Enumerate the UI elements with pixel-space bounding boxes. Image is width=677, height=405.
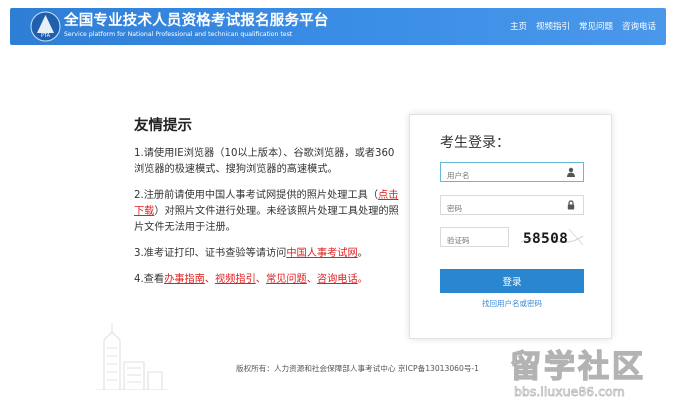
top-nav: 主页 视频指引 常见问题 咨询电话 [510,20,656,32]
pta-logo-icon: PTA [30,11,61,42]
header-bar: PTA 全国专业技术人员资格考试报名服务平台 Service platform … [10,8,666,45]
separator: 、 [306,274,317,285]
user-icon [567,167,575,177]
tip-admission-pre: 3.准考证打印、证书查验等请访问 [134,248,287,259]
cpta-site-link[interactable]: 中国人事考试网 [286,248,357,259]
separator: 、 [204,274,216,285]
password-field [440,195,584,218]
username-input[interactable] [441,166,563,185]
hotline-link[interactable]: 咨询电话 [317,274,358,285]
logo-text: PTA [41,33,51,39]
tip-view-pre: 4.查看 [134,274,165,285]
tips-panel: 友情提示 1.请使用IE浏览器（10以上版本）、谷歌浏览器，或者360浏览器的极… [134,114,404,298]
tip-photo-post: ）对照片文件进行处理。未经该照片处理工具处理的照片文件无法用于注册。 [134,206,399,233]
watermark-cn: 留学社区 [510,349,646,385]
nav-home[interactable]: 主页 [510,20,527,32]
tip-admission: 3.准考证打印、证书查验等请访问中国人事考试网。 [134,246,404,262]
guide-link[interactable]: 办事指南 [164,274,205,285]
tip-photo: 2.注册前请使用中国人事考试网提供的照片处理工具（点击下载）对照片文件进行处理。… [134,188,404,236]
tip-photo-pre: 2.注册前请使用中国人事考试网提供的照片处理工具（ [134,190,379,201]
login-title: 考生登录： [440,135,510,151]
login-panel: 考生登录： 58508 登录 找回用户名或密码 [409,114,612,339]
lock-icon [567,200,575,210]
username-field [440,162,584,185]
tips-title: 友情提示 [134,118,192,134]
tip-admission-post: 。 [357,248,368,259]
tip-view-end: 。 [357,274,368,285]
footer-copyright: 版权所有：人力资源和社会保障部人事考试中心 京ICP备13013060号-1 [236,364,480,373]
nav-video-guide[interactable]: 视频指引 [536,20,570,32]
captcha-field [440,227,509,250]
captcha-image[interactable]: 58508 [519,225,585,249]
separator: 、 [255,274,266,285]
building-sketch [96,323,168,390]
watermark-url: bbs.liuxue86.com [514,384,625,399]
nav-faq[interactable]: 常见问题 [579,20,613,32]
captcha-text: 58508 [523,231,568,247]
login-button[interactable]: 登录 [440,269,584,293]
forgot-credentials-link[interactable]: 找回用户名或密码 [440,298,584,309]
tip-view: 4.查看办事指南、视频指引、常见问题、咨询电话。 [134,272,404,288]
captcha-input[interactable] [441,231,509,250]
faq-link[interactable]: 常见问题 [266,274,307,285]
site-subtitle: Service platform for National Profession… [64,31,293,38]
nav-hotline[interactable]: 咨询电话 [622,20,656,32]
watermark: 留学社区 bbs.liuxue86.com [509,348,646,399]
tip-browser: 1.请使用IE浏览器（10以上版本）、谷歌浏览器，或者360浏览器的极速模式、搜… [134,148,395,175]
password-input[interactable] [441,199,563,218]
video-guide-link[interactable]: 视频指引 [215,274,256,285]
site-title: 全国专业技术人员资格考试报名服务平台 [64,13,329,29]
